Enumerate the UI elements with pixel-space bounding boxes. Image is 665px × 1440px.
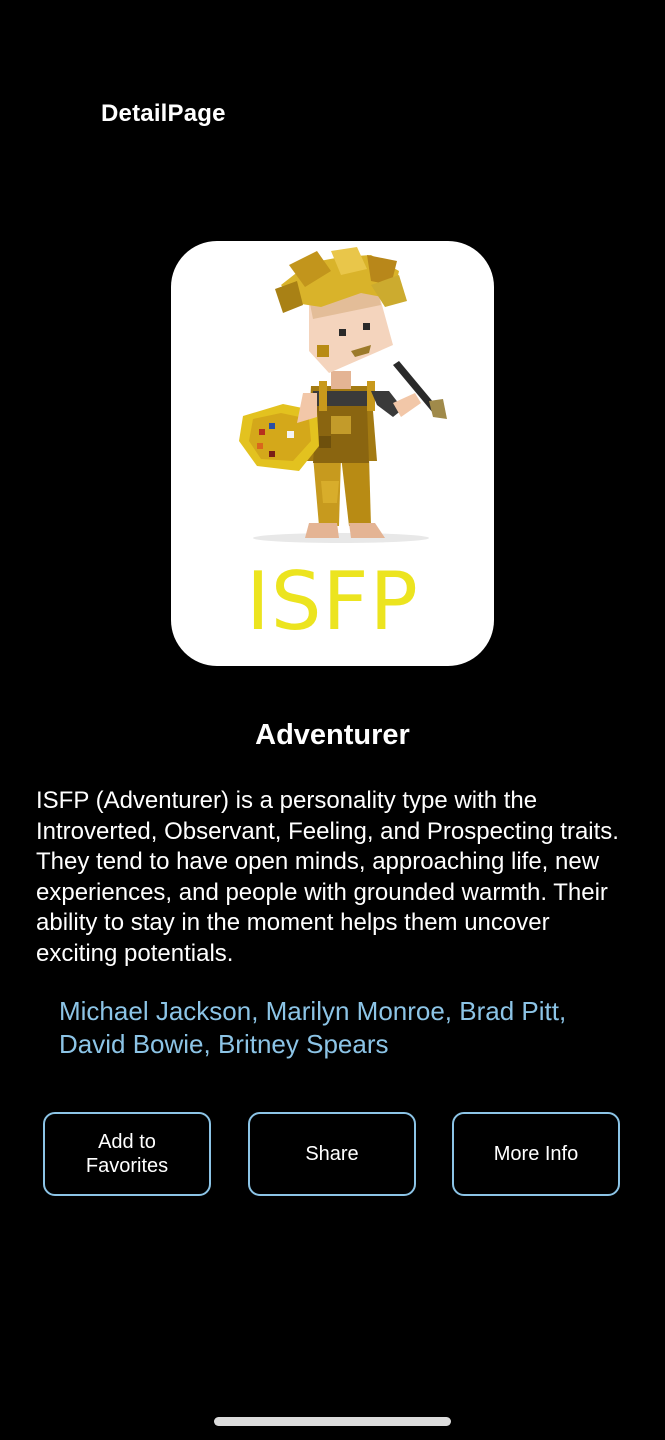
- type-name-heading: Adventurer: [255, 719, 410, 751]
- type-code-label: ISFP: [246, 555, 419, 648]
- type-description: ISFP (Adventurer) is a personality type …: [36, 787, 619, 967]
- famous-people-list: Michael Jackson, Marilyn Monroe, Brad Pi…: [59, 996, 567, 1059]
- more-info-button[interactable]: More Info: [452, 1112, 620, 1196]
- page-title: DetailPage: [101, 100, 226, 127]
- home-indicator[interactable]: [214, 1417, 451, 1426]
- add-to-favorites-button[interactable]: Add to Favorites: [43, 1112, 211, 1196]
- share-button[interactable]: Share: [248, 1112, 416, 1196]
- type-illustration-card: ISFP: [171, 241, 494, 666]
